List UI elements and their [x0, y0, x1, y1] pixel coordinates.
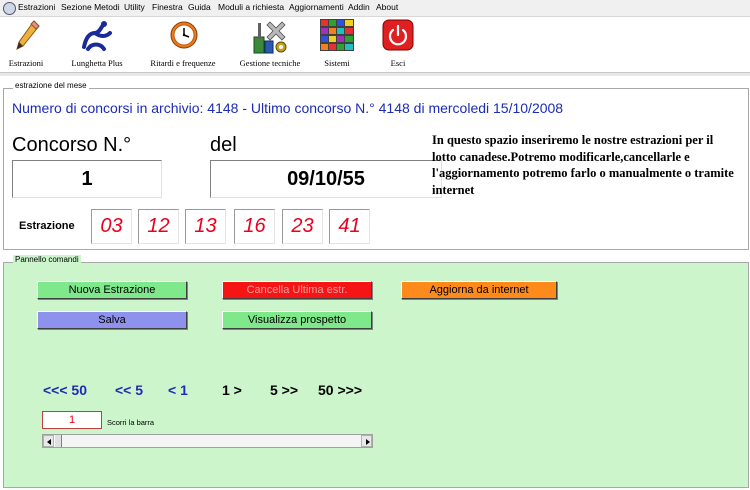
group-title-pannello: Pannello comandi: [13, 255, 81, 264]
concorso-scrollbar[interactable]: [42, 434, 373, 448]
nav-forward-50[interactable]: 50 >>>: [318, 382, 362, 398]
group-title-mese: estrazione del mese: [13, 81, 89, 90]
menu-estrazioni[interactable]: Estrazioni: [18, 2, 55, 12]
extracted-number[interactable]: 13: [185, 209, 226, 244]
nav-forward-5[interactable]: 5 >>: [270, 382, 298, 398]
concorso-number-field[interactable]: 1: [12, 160, 162, 198]
pencil-icon: [16, 20, 40, 50]
menu-utility[interactable]: Utility: [124, 2, 145, 12]
clock-icon: [170, 21, 198, 49]
extracted-number[interactable]: 03: [91, 209, 132, 244]
extracted-number[interactable]: 23: [282, 209, 323, 244]
menu-bar: Estrazioni Sezione Metodi Utility Finest…: [0, 0, 750, 17]
app-icon[interactable]: [3, 2, 16, 15]
toolbar: Estrazioni Lunghetta Plus Ritardi e freq…: [0, 17, 750, 72]
annotation-text: In questo spazio inseriremo le nostre es…: [432, 133, 734, 197]
toolbar-ritardi-button[interactable]: Ritardi e frequenze: [141, 17, 225, 72]
aggiorna-internet-button[interactable]: Aggiorna da internet: [401, 281, 557, 299]
toolbar-ritardi-label: Ritardi e frequenze: [150, 58, 216, 68]
scroll-left-arrow-icon[interactable]: [43, 435, 54, 447]
toolbar-separator: [0, 72, 750, 76]
concorso-label: Concorso N.°: [12, 134, 132, 156]
toolbar-lunghetta-button[interactable]: Lunghetta Plus: [62, 17, 132, 72]
menu-sezione-metodi[interactable]: Sezione Metodi: [61, 2, 120, 12]
toolbar-sistemi-label: Sistemi: [324, 58, 350, 68]
menu-aggiornamenti[interactable]: Aggiornamenti: [289, 2, 344, 12]
archive-info: Numero di concorsi in archivio: 4148 - U…: [12, 100, 564, 116]
extracted-number[interactable]: 12: [138, 209, 179, 244]
menu-moduli-a-richiesta[interactable]: Moduli a richiesta: [218, 2, 284, 12]
toolbar-gestione-label: Gestione tecniche: [239, 58, 301, 68]
cancella-ultima-button[interactable]: Cancella Ultima estr.: [222, 281, 372, 299]
toolbar-lunghetta-label: Lunghetta Plus: [71, 58, 123, 68]
nav-back-1[interactable]: < 1: [168, 382, 188, 398]
toolbar-estrazioni-label: Estrazioni: [8, 58, 44, 68]
toolbar-gestione-button[interactable]: Gestione tecniche: [230, 17, 310, 72]
grid-icon: [320, 19, 354, 51]
menu-about[interactable]: About: [376, 2, 398, 12]
toolbar-esci-button[interactable]: Esci: [376, 17, 420, 72]
menu-finestra[interactable]: Finestra: [152, 2, 183, 12]
scroll-label: Scorri la barra: [107, 418, 155, 427]
toolbar-estrazioni-button[interactable]: Estrazioni: [2, 17, 50, 72]
nuova-estrazione-button[interactable]: Nuova Estrazione: [37, 281, 187, 299]
lottery-hand-icon: [82, 21, 112, 51]
scroll-right-arrow-icon[interactable]: [361, 435, 372, 447]
extracted-number[interactable]: 16: [234, 209, 275, 244]
extracted-number[interactable]: 41: [329, 209, 370, 244]
tools-icon: [253, 21, 287, 54]
nav-back-50[interactable]: <<< 50: [43, 382, 87, 398]
estrazione-label: Estrazione: [19, 220, 75, 232]
menu-addin[interactable]: Addin: [348, 2, 370, 12]
salva-button[interactable]: Salva: [37, 311, 187, 329]
toolbar-sistemi-button[interactable]: Sistemi: [314, 17, 360, 72]
visualizza-prospetto-button[interactable]: Visualizza prospetto: [222, 311, 372, 329]
scrollbar-thumb[interactable]: [54, 435, 62, 447]
del-label: del: [210, 134, 237, 156]
nav-forward-1[interactable]: 1 >: [222, 382, 242, 398]
toolbar-esci-label: Esci: [390, 58, 406, 68]
menu-guida[interactable]: Guida: [188, 2, 211, 12]
nav-back-5[interactable]: << 5: [115, 382, 143, 398]
scroll-position-field[interactable]: 1: [42, 411, 102, 429]
power-icon: [382, 19, 414, 51]
concorso-date-field[interactable]: 09/10/55: [210, 160, 442, 198]
